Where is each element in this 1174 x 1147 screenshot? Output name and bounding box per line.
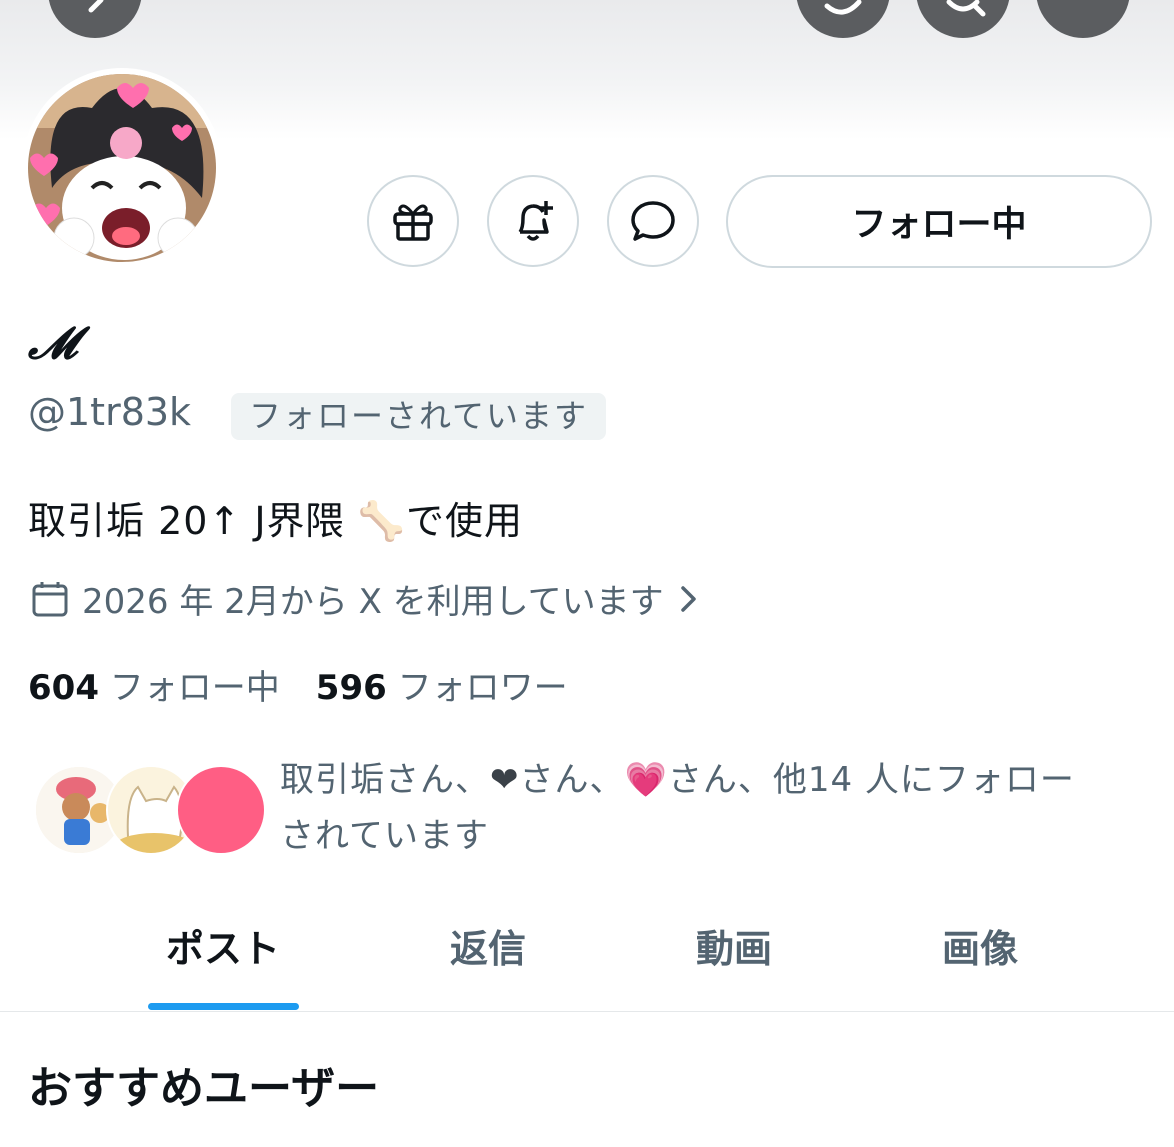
profile-tabs: ポスト 返信 動画 画像 (0, 918, 1174, 1012)
chevron-left-icon (88, 0, 104, 13)
message-icon (631, 201, 675, 241)
mutual-text-part1: 取引垢さん、 (280, 760, 490, 800)
mutual-text-part3: さん、他14 人にフォロー (667, 760, 1075, 800)
message-button[interactable] (607, 175, 699, 267)
tabs-divider (0, 1011, 1174, 1012)
followers-label: フォロワー (397, 668, 568, 708)
following-label: フォロー中 (109, 668, 280, 708)
mutual-followers-text[interactable]: 取引垢さん、❤さん、💗さん、他14 人にフォローされています (280, 752, 1140, 864)
mutual-avatar-3 (176, 765, 266, 855)
calendar-icon (32, 581, 68, 616)
mutual-avatars[interactable] (34, 765, 266, 857)
joined-date: 2026 年 2月から X を利用しています (82, 582, 664, 622)
mutual-text-part2: さん、 (519, 760, 625, 800)
follow-counts: 604 フォロー中 596 フォロワー (28, 660, 568, 709)
display-name: 𝓜 (28, 318, 78, 369)
tab-replies[interactable]: 返信 (366, 918, 610, 973)
tab-videos[interactable]: 動画 (612, 918, 856, 973)
username-handle: @1tr83k (28, 390, 192, 434)
followers-count: 596 (315, 668, 387, 708)
bell-plus-icon (518, 201, 553, 241)
pink-heart-icon: 💗 (624, 760, 668, 800)
search-icon (946, 0, 986, 17)
gift-icon (393, 204, 433, 241)
heart-icon: ❤ (490, 760, 520, 800)
chevron-right-icon (680, 585, 696, 612)
active-tab-indicator (148, 1003, 299, 1010)
following-button[interactable]: フォロー中 (726, 175, 1152, 268)
following-count: 604 (28, 668, 99, 708)
gift-button[interactable] (367, 175, 459, 267)
following-button-label: フォロー中 (851, 205, 1027, 245)
profile-bio: 取引垢 20↑ J界隈 🦴で使用 (28, 499, 523, 543)
tab-images[interactable]: 画像 (858, 918, 1102, 973)
tab-posts[interactable]: ポスト (100, 918, 346, 973)
mutual-text-part4: されています (280, 816, 489, 856)
recommended-users-title: おすすめユーザー (28, 1063, 380, 1114)
notify-button[interactable] (487, 175, 579, 267)
joined-date-row[interactable]: 2026 年 2月から X を利用しています (30, 574, 700, 623)
following-link[interactable]: 604 フォロー中 (28, 668, 280, 708)
profile-avatar[interactable] (22, 68, 222, 268)
grok-icon (824, 0, 862, 15)
followers-link[interactable]: 596 フォロワー (316, 668, 568, 708)
follows-you-badge: フォローされています (231, 393, 607, 440)
